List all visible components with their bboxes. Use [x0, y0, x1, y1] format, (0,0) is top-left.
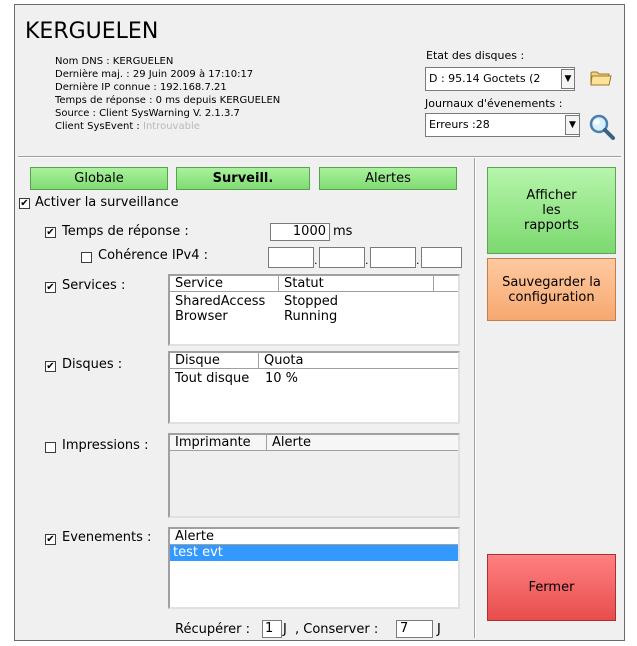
event-logs-select[interactable]: Erreurs :28	[425, 113, 580, 137]
folder-icon[interactable]	[590, 69, 612, 87]
info-source: Source : Client SysWarning V. 2.1.3.7	[55, 108, 240, 119]
evenements-col-alerte[interactable]: Alerte	[170, 529, 458, 545]
info-dns: Nom DNS : KERGUELEN	[55, 56, 174, 67]
main-window: KERGUELEN Nom DNS : KERGUELEN Dernière m…	[14, 4, 625, 641]
temps-reponse-label: Temps de réponse :	[62, 224, 189, 239]
services-cell: Stopped	[284, 294, 339, 309]
activer-surveillance-label: Activer la surveillance	[35, 195, 179, 210]
services-cell: SharedAccess	[175, 294, 266, 309]
chevron-down-icon: ▼	[569, 120, 576, 130]
disques-cell: Tout disque	[175, 371, 250, 386]
impressions-list[interactable]: Imprimante Alerte	[168, 433, 460, 518]
chevron-down-icon: ▼	[564, 74, 572, 84]
disk-state-select[interactable]: D : 95.14 Goctets (2	[425, 67, 575, 91]
evenements-label: Evenements :	[62, 530, 152, 545]
event-logs-label: Journaux d'évenements :	[425, 97, 563, 110]
info-last-ip: Dernière IP connue : 192.168.7.21	[55, 82, 227, 93]
conserver-unit: J	[437, 622, 441, 637]
disk-dropdown-button[interactable]: ▼	[561, 69, 575, 89]
disk-state-value: D : 95.14 Goctets (2	[429, 72, 541, 85]
client-sysevent-value: Introuvable	[143, 121, 200, 132]
ipv4-dot: .	[365, 254, 369, 267]
evenements-checkbox[interactable]: ✔	[45, 534, 56, 545]
services-col-statut[interactable]: Statut	[279, 276, 434, 292]
vertical-separator	[474, 158, 476, 638]
impressions-col-alerte[interactable]: Alerte	[267, 435, 458, 451]
disques-label: Disques :	[62, 357, 123, 372]
recuperer-label: Récupérer :	[175, 622, 250, 637]
impressions-checkbox[interactable]	[45, 442, 56, 453]
afficher-rapports-button[interactable]: Afficher les rapports	[487, 167, 616, 254]
afficher-rapports-label: Afficher les rapports	[524, 188, 579, 233]
disques-col-quota[interactable]: Quota	[259, 353, 458, 369]
disques-list[interactable]: Disque Quota Tout disque 10 %	[168, 351, 460, 424]
info-client-sysevent: Client SysEvent : Introuvable	[55, 120, 280, 133]
disques-cell: 10 %	[265, 371, 299, 386]
fermer-label: Fermer	[528, 580, 575, 595]
disques-checkbox[interactable]: ✔	[45, 361, 56, 372]
tab-globale[interactable]: Globale	[30, 167, 168, 190]
client-sysevent-label: Client SysEvent :	[55, 121, 140, 132]
page-title: KERGUELEN	[25, 19, 159, 44]
host-info: Nom DNS : KERGUELEN Dernière maj. : 29 J…	[55, 55, 280, 133]
temps-reponse-unit: ms	[333, 224, 353, 239]
services-col-service[interactable]: Service	[170, 276, 279, 292]
services-cell: Running	[284, 309, 338, 324]
table-row[interactable]: Browser	[175, 309, 228, 325]
ipv4-octet-2[interactable]	[319, 247, 365, 268]
activer-surveillance-checkbox[interactable]: ✔	[19, 198, 30, 209]
info-last-update: Dernière maj. : 29 Juin 2009 à 17:10:17	[55, 69, 254, 80]
conserver-label: , Conserver :	[295, 622, 379, 637]
list-item[interactable]: test evt	[170, 545, 458, 561]
header-separator	[18, 156, 621, 158]
recuperer-input[interactable]: 1	[262, 620, 282, 638]
disques-col-disque[interactable]: Disque	[170, 353, 259, 369]
info-response-time: Temps de réponse : 0 ms depuis KERGUELEN	[55, 95, 281, 106]
table-row[interactable]: Tout disque	[175, 371, 249, 387]
ipv4-dot: .	[416, 254, 420, 267]
impressions-col-imprimante[interactable]: Imprimante	[170, 435, 267, 451]
ipv4-octet-1[interactable]	[268, 247, 314, 268]
magnifier-icon[interactable]	[588, 113, 616, 141]
disk-state-label: Etat des disques :	[426, 49, 525, 62]
recuperer-unit: J	[283, 622, 287, 637]
impressions-label: Impressions :	[62, 438, 149, 453]
sauvegarder-configuration-button[interactable]: Sauvegarder la configuration	[487, 258, 616, 321]
temps-reponse-checkbox[interactable]: ✔	[45, 227, 56, 238]
services-cell: Browser	[175, 309, 228, 324]
services-list[interactable]: Service Statut SharedAccess Stopped Brow…	[168, 274, 460, 346]
ipv4-dot: .	[314, 254, 318, 267]
services-label: Services :	[62, 278, 126, 293]
ipv4-octet-3[interactable]	[370, 247, 416, 268]
evenements-list[interactable]: Alerte test evt	[168, 527, 460, 609]
event-logs-dropdown-button[interactable]: ▼	[565, 115, 580, 135]
conserver-input[interactable]: 7	[396, 620, 433, 638]
ipv4-label: Cohérence IPv4 :	[98, 248, 208, 263]
services-col-empty	[434, 276, 458, 292]
services-checkbox[interactable]: ✔	[45, 282, 56, 293]
ipv4-checkbox[interactable]	[81, 252, 92, 263]
fermer-button[interactable]: Fermer	[487, 554, 616, 621]
ipv4-octet-4[interactable]	[421, 247, 462, 268]
sauvegarder-configuration-label: Sauvegarder la configuration	[502, 274, 601, 305]
event-logs-value: Erreurs :28	[429, 118, 490, 131]
tab-alertes[interactable]: Alertes	[319, 167, 457, 190]
table-row[interactable]: SharedAccess	[175, 294, 265, 310]
tab-surveillance[interactable]: Surveill.	[176, 167, 310, 190]
temps-reponse-input[interactable]: 1000	[270, 223, 330, 241]
